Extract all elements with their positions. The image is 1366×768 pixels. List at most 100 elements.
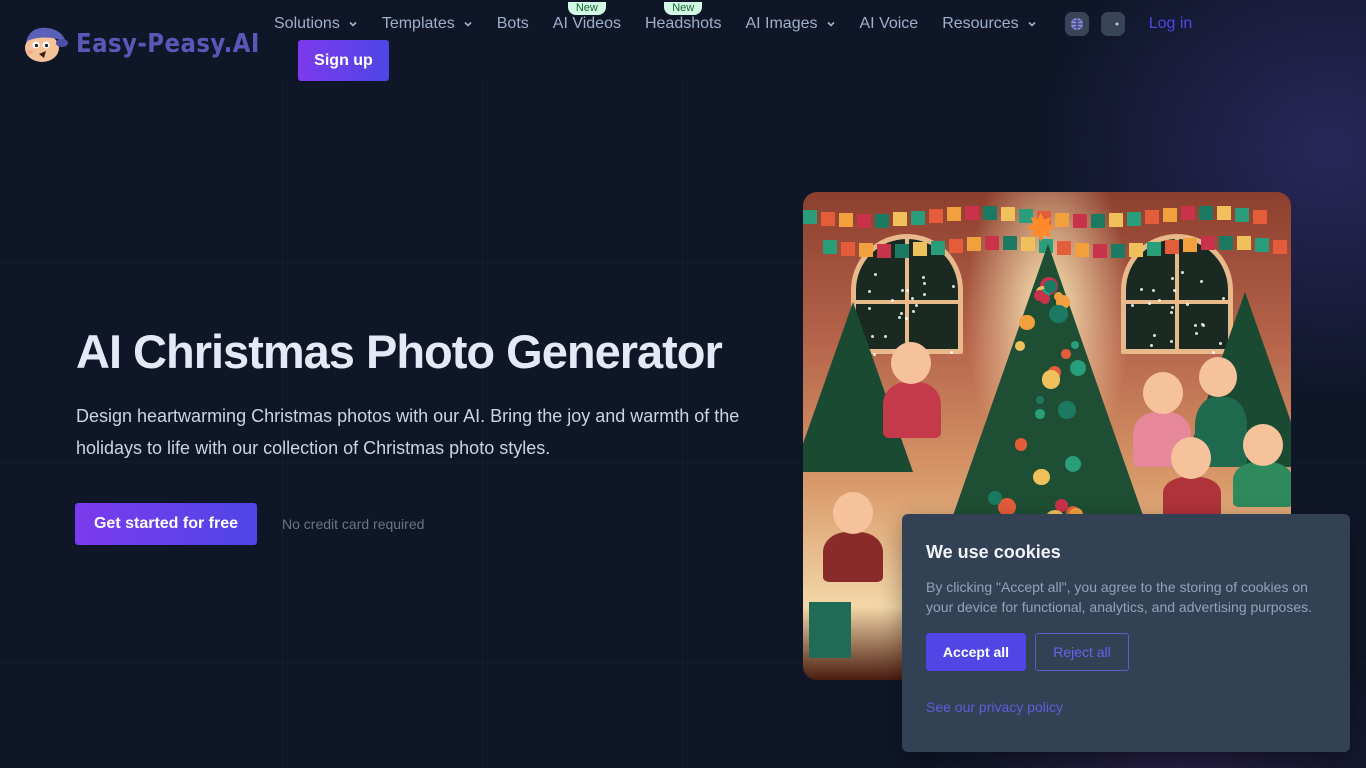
bunting-flag: [1073, 213, 1087, 228]
ornament: [1065, 455, 1082, 472]
hero-description: Design heartwarming Christmas photos wit…: [76, 406, 740, 458]
snowflake: [1169, 311, 1173, 315]
bunting-flag: [965, 206, 979, 221]
nav-label: Headshots: [644, 15, 722, 32]
bunting-flag: [1183, 237, 1197, 252]
logo-link[interactable]: Easy-Peasy.AI: [22, 24, 285, 64]
nav-item-headshots[interactable]: New Headshots: [644, 2, 722, 33]
bunting-flag: [947, 206, 961, 221]
nav-label: Resources: [942, 15, 1019, 32]
accept-all-button[interactable]: Accept all: [926, 633, 1026, 671]
child-face: [833, 492, 873, 534]
child-figure: [823, 532, 883, 582]
cookie-title: We use cookies: [926, 542, 1061, 562]
bunting-flag: [1181, 206, 1195, 221]
bunting-flag: [841, 241, 855, 256]
new-badge: New: [567, 2, 606, 15]
mascot-logo-icon: [22, 24, 70, 64]
new-badge: New: [664, 2, 703, 15]
snowflake: [900, 288, 904, 292]
bunting-flag: [1273, 239, 1287, 254]
ornament: [1049, 304, 1069, 324]
reject-all-button[interactable]: Reject all: [1035, 633, 1129, 671]
child-face: [891, 342, 931, 384]
signup-button[interactable]: Sign up: [298, 40, 389, 81]
ornament: [1019, 314, 1035, 331]
child-face: [1143, 372, 1183, 414]
login-link[interactable]: Log in: [1149, 15, 1193, 33]
child-figure: [1233, 462, 1291, 507]
bunting-flag: [1055, 212, 1069, 227]
snowflake: [1171, 276, 1175, 280]
bunting-flag: [1109, 213, 1123, 228]
nav-item-ai-videos[interactable]: New AI Videos: [552, 2, 621, 33]
nav-item-ai-images[interactable]: AI Images: [745, 15, 835, 33]
child-figure: [1163, 477, 1221, 517]
bunting-flag: [1255, 237, 1269, 252]
bunting-flag: [983, 206, 997, 221]
bunting-flag: [1199, 206, 1213, 220]
bunting-flag: [1217, 206, 1231, 221]
brand-name: Easy-Peasy.AI: [76, 29, 260, 59]
bunting-flag: [803, 210, 817, 224]
bunting-flag: [1219, 236, 1233, 250]
snowflake: [910, 297, 914, 301]
cookie-actions: Accept all Reject all: [926, 633, 1326, 671]
cookie-banner: We use cookies By clicking "Accept all",…: [902, 514, 1350, 752]
bunting-flag: [911, 210, 925, 225]
cookie-text: By clicking "Accept all", you agree to t…: [926, 579, 1312, 615]
bunting-flag: [1145, 209, 1159, 224]
nav-item-bots[interactable]: Bots: [497, 15, 529, 33]
nav-label: AI Images: [745, 15, 818, 32]
ornament: [1058, 401, 1076, 419]
chevron-down-icon: [826, 21, 835, 27]
bunting-flag: [823, 240, 837, 254]
bunting-flag: [1253, 209, 1267, 224]
bunting-flag: [913, 242, 927, 257]
bunting-flag: [877, 243, 891, 258]
nav-item-ai-voice[interactable]: AI Voice: [860, 15, 919, 33]
bunting-flag: [895, 243, 909, 258]
ornament: [1014, 438, 1028, 451]
bunting-flag: [1237, 236, 1251, 251]
ornament: [1061, 348, 1072, 359]
snowflake: [905, 288, 909, 292]
bunting-flag: [1201, 236, 1215, 251]
moon-icon: [1108, 18, 1119, 30]
ornament: [1043, 279, 1057, 293]
get-started-button[interactable]: Get started for free: [75, 503, 257, 545]
ornament: [1035, 409, 1045, 419]
snowflake: [921, 275, 925, 279]
bunting-flag: [875, 213, 889, 228]
snowflake: [867, 289, 871, 293]
nav-item-solutions[interactable]: Solutions: [274, 15, 358, 33]
child-face: [1199, 357, 1237, 397]
nav-label: AI Videos: [552, 15, 621, 32]
language-button[interactable]: [1064, 12, 1089, 36]
nav-label: Solutions: [274, 15, 340, 32]
nav-item-resources[interactable]: Resources: [942, 15, 1036, 33]
nav-label: Bots: [496, 15, 529, 32]
bunting-flag: [839, 213, 853, 228]
bunting-flag: [1235, 207, 1249, 222]
bunting-flag: [821, 211, 835, 226]
bunting-flag: [1165, 239, 1179, 254]
bunting-flag: [893, 212, 907, 227]
bunting-flag: [1091, 213, 1105, 228]
page-title: AI Christmas Photo Generator: [76, 325, 723, 378]
chevron-down-icon: [464, 21, 472, 27]
ornament: [1015, 340, 1026, 351]
theme-toggle-button[interactable]: [1100, 12, 1125, 36]
gift-box: [809, 602, 851, 658]
cta-note: No credit card required: [282, 516, 425, 532]
snowflake: [914, 303, 918, 307]
bunting-flag: [1127, 211, 1141, 226]
nav-label: Templates: [381, 15, 455, 32]
ornament: [1033, 468, 1050, 486]
ornament: [1041, 370, 1061, 389]
globe-icon: [1070, 18, 1083, 30]
nav-item-templates[interactable]: Templates: [382, 15, 473, 33]
privacy-policy-link[interactable]: See our privacy policy: [926, 699, 1063, 715]
bunting-flag: [857, 213, 871, 228]
bunting-flag: [1001, 207, 1015, 222]
